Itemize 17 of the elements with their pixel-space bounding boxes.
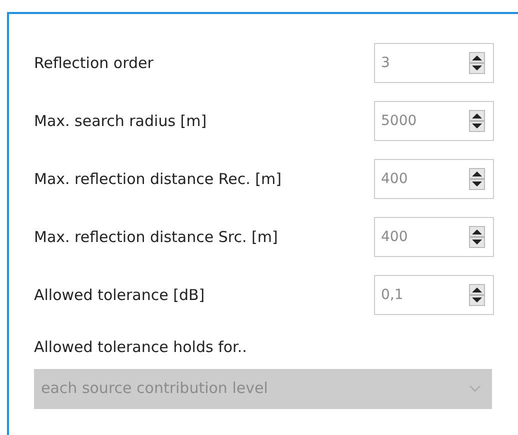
spin-arrows-icon[interactable]	[469, 226, 485, 248]
spin-arrows-icon[interactable]	[469, 168, 485, 190]
field-label: Allowed tolerance [dB]	[34, 284, 206, 306]
spin-box[interactable]: 5000	[374, 101, 494, 141]
spin-box[interactable]: 0,1	[374, 275, 494, 315]
spin-box[interactable]: 3	[374, 43, 494, 83]
spin-box[interactable]: 400	[374, 159, 494, 199]
field-label: Reflection order	[34, 52, 154, 74]
spin-arrows-icon[interactable]	[469, 284, 485, 306]
combo-label: Allowed tolerance holds for..	[34, 337, 248, 358]
spin-arrows-icon[interactable]	[469, 110, 485, 132]
field-label: Max. reflection distance Src. [m]	[34, 226, 279, 248]
spin-arrows-icon[interactable]	[469, 52, 485, 74]
field-label: Max. search radius [m]	[34, 110, 208, 132]
chevron-icon	[469, 384, 481, 392]
field-label: Max. reflection distance Rec. [m]	[34, 168, 282, 190]
spin-box[interactable]: 400	[374, 217, 494, 257]
